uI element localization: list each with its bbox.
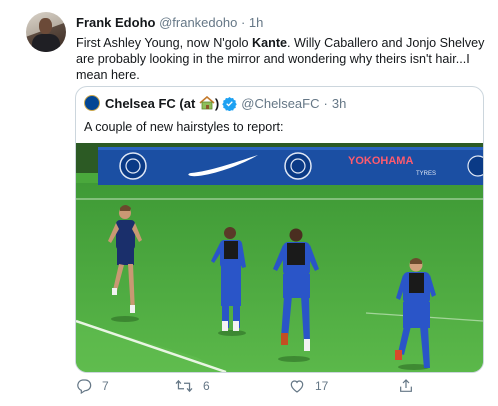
avatar-shoulders bbox=[32, 34, 60, 52]
retweet-icon bbox=[175, 379, 193, 393]
reply-button[interactable]: 7 bbox=[76, 378, 109, 394]
training-photo[interactable]: YOKOHAMA TYRES bbox=[76, 143, 483, 372]
tweet-actions: 7 6 17 bbox=[76, 378, 436, 398]
quoted-author-handle[interactable]: @ChelseaFC bbox=[241, 96, 319, 111]
like-icon bbox=[290, 380, 304, 393]
reply-count: 7 bbox=[102, 379, 109, 393]
separator-dot: · bbox=[240, 15, 246, 30]
quoted-tweet-header: Chelsea FC (at ) @ChelseaFC · 3h bbox=[84, 95, 346, 111]
chelsea-crest-icon bbox=[467, 155, 483, 177]
share-button[interactable] bbox=[398, 378, 424, 394]
avatar-face bbox=[39, 18, 52, 34]
training-photo-scene: YOKOHAMA TYRES bbox=[76, 143, 483, 372]
tweet-card[interactable]: Frank Edoho @frankedoho · 1h First Ashle… bbox=[0, 0, 498, 406]
chelsea-crest-icon bbox=[284, 152, 312, 180]
tweet-text-bold: Kante bbox=[252, 36, 288, 50]
tweet-text: First Ashley Young, now N'golo Kante. Wi… bbox=[76, 35, 486, 83]
quoted-author-name[interactable]: Chelsea FC (at ) bbox=[105, 95, 220, 111]
chelsea-crest-icon bbox=[119, 152, 147, 180]
author-name[interactable]: Frank Edoho bbox=[76, 15, 155, 30]
quoted-tweet-text: A couple of new hairstyles to report: bbox=[84, 120, 284, 134]
house-icon bbox=[199, 95, 215, 109]
quoted-separator-dot: · bbox=[323, 95, 328, 111]
sponsor-subtext: TYRES bbox=[416, 171, 436, 177]
tweet-time[interactable]: 1h bbox=[249, 15, 263, 30]
tweet-text-part1: First Ashley Young, now N'golo bbox=[76, 36, 253, 50]
verified-icon bbox=[222, 96, 238, 111]
share-icon bbox=[400, 379, 412, 392]
sponsor-text: YOKOHAMA bbox=[348, 155, 413, 167]
chelsea-avatar[interactable] bbox=[84, 95, 100, 111]
like-button[interactable]: 17 bbox=[289, 378, 328, 394]
quoted-tweet[interactable]: Chelsea FC (at ) @ChelseaFC · 3h A coupl… bbox=[75, 86, 484, 373]
tweet-header: Frank Edoho @frankedoho · 1h bbox=[76, 15, 263, 30]
like-count: 17 bbox=[315, 379, 329, 393]
quoted-author-name-prefix: Chelsea FC (at bbox=[105, 95, 199, 111]
retweet-button[interactable]: 6 bbox=[175, 378, 210, 394]
author-avatar[interactable] bbox=[26, 12, 66, 52]
author-handle[interactable]: @frankedoho bbox=[159, 15, 237, 30]
reply-icon bbox=[77, 379, 92, 394]
quoted-tweet-time[interactable]: 3h bbox=[332, 96, 346, 111]
quoted-author-name-suffix: ) bbox=[214, 95, 220, 111]
retweet-count: 6 bbox=[203, 379, 210, 393]
